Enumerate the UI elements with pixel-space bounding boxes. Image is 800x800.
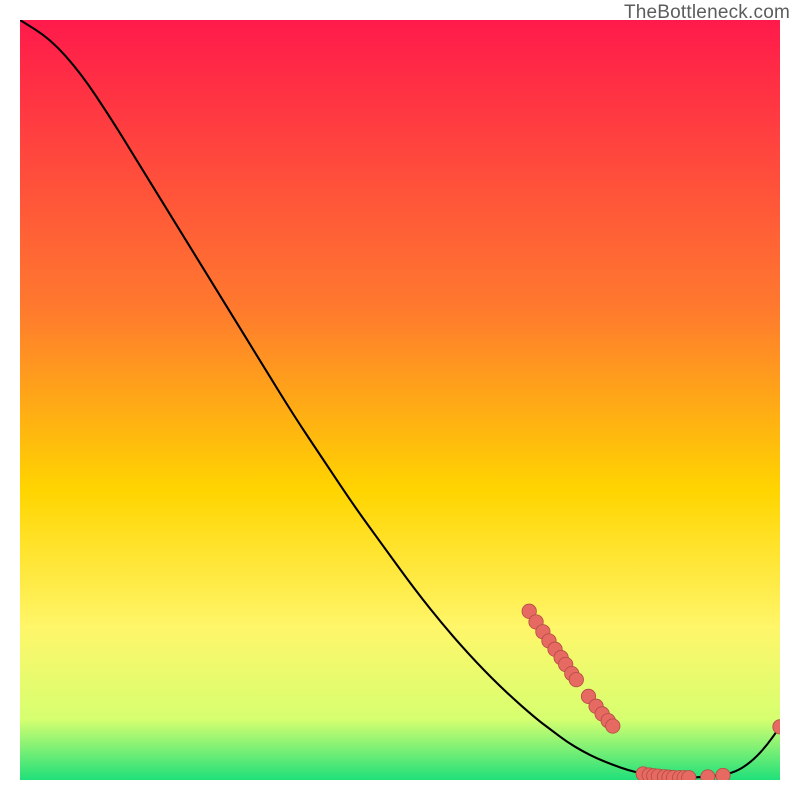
highlight-dot xyxy=(569,672,583,686)
highlight-dot xyxy=(716,768,730,780)
bottleneck-chart xyxy=(20,20,780,780)
gradient-background xyxy=(20,20,780,780)
chart-stage: TheBottleneck.com xyxy=(0,0,800,800)
highlight-dot xyxy=(606,719,620,733)
highlight-dot xyxy=(701,770,715,780)
